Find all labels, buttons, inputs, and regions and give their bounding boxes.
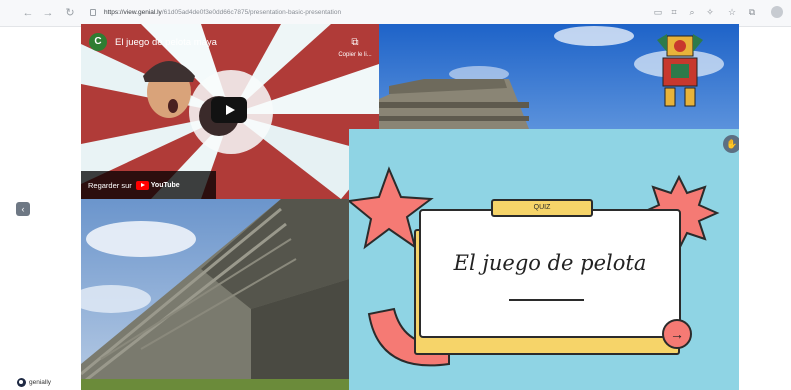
genially-logo-icon — [17, 377, 26, 387]
url-path: /61d05ad4de0f3e0dd66c7875/presentation-b… — [161, 9, 342, 16]
collections-icon[interactable]: ⧉ — [746, 6, 758, 18]
next-arrow-button[interactable]: → — [662, 319, 692, 349]
lock-icon — [90, 9, 96, 16]
copy-icon: ⧉ — [351, 37, 359, 48]
zoom-icon[interactable]: ⌕ — [686, 6, 698, 18]
reader-mode-icon[interactable]: ▭ — [652, 6, 664, 18]
browser-toolbar: ← → ↻ https://view.genial.ly/61d05ad4de0… — [0, 0, 791, 27]
copy-link-label: Copier le li... — [338, 52, 372, 58]
watch-on-youtube-bar[interactable]: Regarder sur YouTube — [81, 171, 216, 199]
previous-slide-button[interactable]: ‹ — [16, 202, 30, 216]
quiz-slide[interactable]: QUIZ El juego de pelota → ✋ — [349, 129, 739, 390]
el-castillo-pyramid-image — [81, 199, 349, 390]
forward-button[interactable]: → — [40, 5, 56, 21]
pyramid-top-image — [379, 24, 739, 129]
video-header: C El juego de pelota maya — [89, 32, 217, 52]
address-bar[interactable]: https://view.genial.ly/61d05ad4de0f3e0dd… — [104, 5, 341, 21]
grid-icon[interactable]: ⌗ — [668, 6, 680, 18]
watch-on-label: Regarder sur — [88, 180, 132, 190]
url-host: https://view.genial.ly — [104, 9, 162, 16]
profile-avatar[interactable] — [771, 6, 783, 18]
youtube-embed[interactable]: C El juego de pelota maya ⧉ Copier le li… — [81, 24, 379, 199]
hand-pointer-icon[interactable]: ✋ — [723, 135, 739, 153]
quiz-label: QUIZ — [491, 199, 593, 217]
genially-logo-text: genially — [29, 378, 52, 386]
presentation-canvas: C El juego de pelota maya ⧉ Copier le li… — [81, 24, 739, 390]
reload-button[interactable]: ↻ — [62, 5, 78, 21]
mayan-glyph-image — [657, 34, 703, 107]
video-title[interactable]: El juego de pelota maya — [115, 37, 217, 48]
title-underline — [509, 299, 584, 301]
pyramid-illustration — [81, 199, 349, 390]
channel-avatar[interactable]: C — [89, 33, 107, 51]
copy-link-button[interactable]: ⧉ Copier le li... — [335, 32, 375, 58]
play-button[interactable] — [211, 97, 247, 123]
slide-title: El juego de pelota — [453, 251, 647, 275]
favorites-icon[interactable]: ☆ — [726, 6, 738, 18]
youtube-label: YouTube — [150, 181, 180, 189]
back-button[interactable]: ← — [20, 5, 36, 21]
genially-logo[interactable]: genially — [17, 377, 51, 387]
extensions-icon[interactable]: ✧ — [704, 6, 716, 18]
youtube-logo-icon — [135, 180, 149, 190]
